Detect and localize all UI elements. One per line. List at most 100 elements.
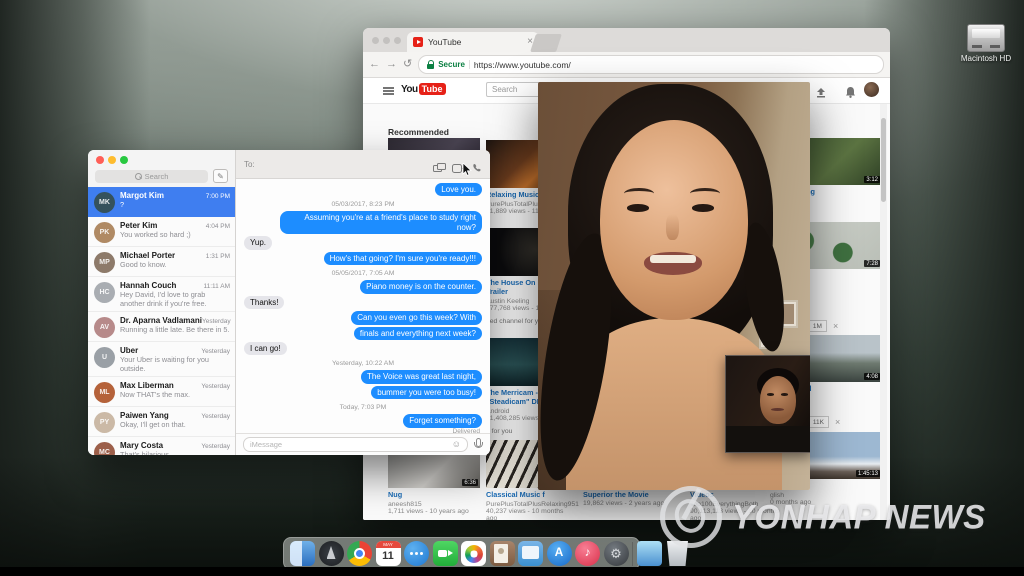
browser-tab-youtube[interactable]: YouTube × (407, 32, 539, 52)
url-text[interactable]: https://www.youtube.com/ (474, 60, 571, 70)
message-time: Yesterday (201, 383, 230, 391)
new-tab-button[interactable] (530, 34, 562, 52)
notifications-bell-icon[interactable] (845, 85, 856, 103)
calendar-icon[interactable]: MAY 11 (375, 541, 401, 566)
macintosh-hd-icon[interactable]: Macintosh HD (950, 24, 1022, 63)
message-bubble[interactable]: Thanks! (244, 295, 285, 310)
imessage-input[interactable]: iMessage ☺ (243, 437, 468, 452)
chrome-icon[interactable] (347, 541, 372, 566)
hard-drive-icon[interactable] (967, 24, 1005, 52)
message-bubble[interactable]: finals and everything next week? (353, 326, 482, 340)
finder-icon[interactable] (290, 541, 315, 566)
window-close-button[interactable] (372, 37, 379, 44)
message-bubble[interactable]: 05/03/2017, 8:23 PM (331, 201, 394, 209)
message-time: Yesterday (201, 318, 231, 326)
contact-name: Max Liberman (120, 381, 174, 391)
message-bubble[interactable]: Piano money is on the counter. (360, 280, 482, 294)
phone-icon[interactable] (472, 160, 482, 178)
conversation-row[interactable]: AV Dr. Aparna Vadlamani Yesterday Runnin… (88, 312, 235, 343)
contact-name: Dr. Aparna Vadlamani (120, 316, 202, 326)
conversation-row[interactable]: HC Hannah Couch 11:11 AM Hey David, I'd … (88, 277, 235, 313)
emoji-icon[interactable]: ☺ (452, 440, 461, 449)
window-zoom-button[interactable] (394, 37, 401, 44)
app-store-icon[interactable] (546, 541, 572, 566)
downloads-icon[interactable] (636, 541, 662, 566)
dismiss-icon[interactable]: × (835, 417, 840, 427)
video-call-self-face (760, 376, 796, 424)
upload-icon[interactable] (815, 85, 827, 103)
photos-icon[interactable] (461, 541, 486, 566)
message-bubble[interactable]: Assuming you're at a friend's place to s… (280, 211, 482, 235)
message-bubble[interactable]: Yup. (244, 236, 273, 250)
message-bubble[interactable]: Can you even go this week? With (351, 311, 482, 325)
video-title[interactable]: Classical Music f (486, 490, 576, 500)
conversation-row[interactable]: MC Mary Costa Yesterday That's hilarious… (88, 437, 235, 455)
message-bubble[interactable]: 05/05/2017, 7:05 AM (332, 270, 395, 278)
browser-tab-bar: YouTube × (363, 28, 890, 52)
smiling-mouth (644, 252, 702, 275)
microphone-icon[interactable] (473, 438, 483, 451)
window-minimize-button[interactable] (383, 37, 390, 44)
message-preview: Your Uber is waiting for you outside. (120, 355, 209, 374)
facetime-icon[interactable] (432, 541, 458, 566)
conversation-row[interactable]: PK Peter Kim 4:04 PM You worked so hard … (88, 217, 235, 247)
preview-icon[interactable] (518, 541, 543, 566)
to-bar: To: (236, 150, 490, 179)
message-bubble[interactable]: Love you. (435, 183, 482, 197)
video-call-remote-face (600, 120, 748, 320)
conversation-row[interactable]: U Uber Yesterday Your Uber is waiting fo… (88, 342, 235, 378)
window-minimize-button[interactable] (108, 156, 116, 164)
scrollbar-thumb[interactable] (881, 118, 886, 202)
url-bar[interactable]: Secure https://www.youtube.com/ (418, 55, 884, 74)
dismiss-icon[interactable]: × (833, 321, 838, 331)
system-preferences-icon[interactable] (603, 541, 629, 566)
screenshare-icon[interactable] (433, 160, 446, 178)
message-bubble[interactable]: How's that going? I'm sure you're ready!… (323, 251, 482, 266)
calendar-month: MAY (375, 541, 401, 548)
video-channel[interactable]: aneesh815 (388, 501, 480, 508)
video-title[interactable]: Superior the Movie (583, 490, 675, 500)
conversation-row[interactable]: PY Paiwen Yang Yesterday Okay, I'll get … (88, 407, 235, 438)
message-row: Yesterday, 10:22 AM (244, 360, 482, 368)
scrollbar[interactable] (880, 104, 887, 520)
reload-icon[interactable]: ↺ (403, 59, 412, 70)
message-row: Today, 7:03 PM (244, 404, 482, 412)
message-row: Forget something? (244, 414, 482, 428)
message-bubble[interactable]: I can go! (244, 341, 287, 356)
back-icon[interactable]: ← (369, 59, 380, 70)
message-time: 7:00 PM (205, 193, 230, 200)
video-title[interactable]: Nug (388, 490, 480, 500)
youtube-logo[interactable]: You Tube (401, 83, 446, 95)
contact-name: Peter Kim (120, 221, 158, 230)
window-zoom-button[interactable] (120, 156, 128, 164)
conversation-row[interactable]: MK Margot Kim 7:00 PM ? (88, 187, 235, 217)
forward-icon[interactable]: → (386, 59, 397, 70)
message-row: Piano money is on the counter. (244, 280, 482, 294)
launchpad-icon[interactable] (318, 541, 344, 566)
window-close-button[interactable] (96, 156, 104, 164)
compose-icon[interactable]: ✎ (213, 169, 228, 183)
message-bubble[interactable]: Forget something? (403, 414, 482, 428)
self-body (726, 426, 810, 452)
message-time: 11:11 AM (203, 283, 231, 290)
search-input[interactable]: Search (95, 169, 208, 183)
itunes-icon[interactable] (575, 541, 600, 566)
avatar: MK (94, 192, 115, 213)
message-bubble[interactable]: The Voice was great last night, (361, 370, 482, 384)
message-preview: Now THAT's the max. (120, 390, 191, 400)
menu-icon[interactable] (383, 87, 394, 95)
user-avatar[interactable] (864, 82, 879, 97)
dock-divider (632, 541, 633, 566)
message-bubble[interactable]: Yesterday, 10:22 AM (332, 360, 394, 368)
conversation-row[interactable]: MP Michael Porter 1:31 PM Good to know. (88, 247, 235, 277)
video-channel[interactable]: PurePlusTotalPlusRelaxing951 (486, 501, 579, 508)
conversation-row[interactable]: ML Max Liberman Yesterday Now THAT's the… (88, 377, 235, 408)
message-bubble[interactable]: bummer you were too busy! (371, 385, 482, 400)
contacts-icon[interactable] (489, 541, 515, 566)
video-call-self-pip[interactable] (725, 355, 810, 453)
message-row: Assuming you're at a friend's place to s… (244, 211, 482, 235)
message-bubble[interactable]: Today, 7:03 PM (340, 404, 387, 412)
messages-dock-icon[interactable] (404, 541, 429, 566)
message-time: Yesterday (201, 443, 230, 451)
video-channel[interactable]: glish (770, 492, 882, 499)
